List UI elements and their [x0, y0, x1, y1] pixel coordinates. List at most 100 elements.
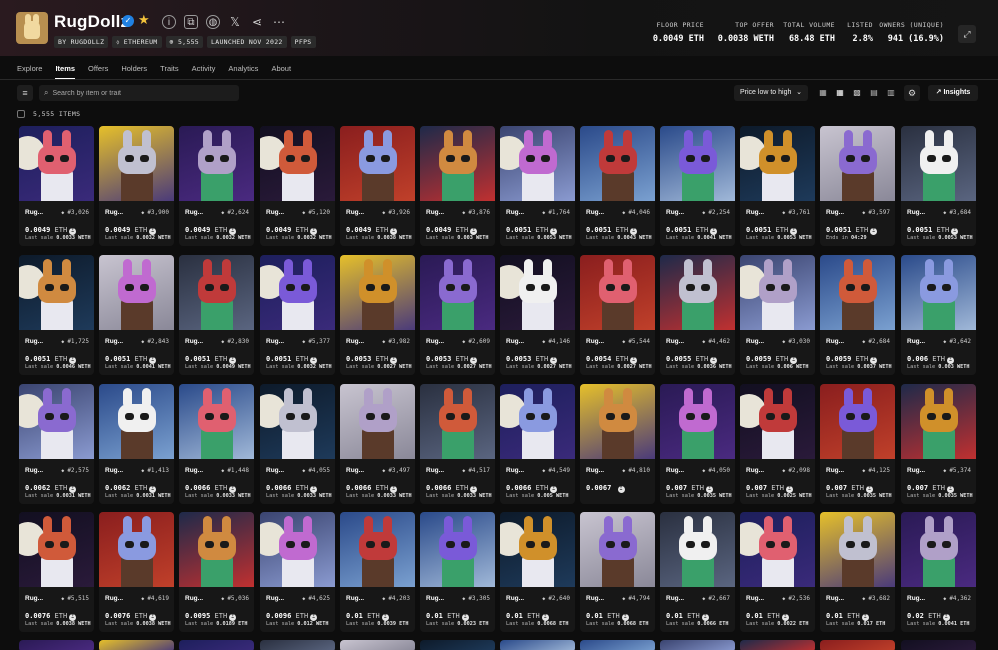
item-card-partial[interactable] [660, 640, 735, 650]
item-card[interactable]: Rug... ◆ #4,146 0.0053 ETH Ξ Last sale 0.002… [500, 255, 575, 375]
tab-items[interactable]: Items [55, 64, 75, 79]
item-card[interactable]: Rug... ◆ #3,030 0.0059 ETH Ξ Last sale 0.006… [740, 255, 815, 375]
item-card[interactable]: Rug... ◆ #5,120 0.0049 ETH Ξ Last sale 0.003… [260, 126, 335, 246]
item-card[interactable]: Rug... ◆ #5,544 0.0054 ETH Ξ Last sale 0.002… [580, 255, 655, 375]
item-image[interactable] [99, 255, 174, 330]
search-box[interactable]: ⌕ [39, 85, 239, 101]
more-icon[interactable]: ⋯ [272, 15, 286, 29]
item-card[interactable]: Rug... ◆ #2,536 0.01 ETH Ξ Last sale 0.0022 … [740, 512, 815, 632]
filter-toggle-button[interactable]: ≡ [17, 85, 33, 101]
item-card[interactable]: Rug... ◆ #2,830 0.0051 ETH Ξ Last sale 0.004… [179, 255, 254, 375]
tab-about[interactable]: About [271, 64, 291, 78]
item-image[interactable] [179, 512, 254, 587]
item-card[interactable]: Rug... ◆ #2,254 0.0051 ETH Ξ Last sale 0.004… [660, 126, 735, 246]
item-image[interactable] [99, 512, 174, 587]
item-image[interactable] [99, 384, 174, 459]
item-image[interactable] [260, 512, 335, 587]
item-card[interactable]: Rug... ◆ #4,619 0.0076 ETH Ξ Last sale 0.003… [99, 512, 174, 632]
item-card[interactable]: Rug... ◆ #1,413 0.0062 ETH Ξ Last sale 0.003… [99, 384, 174, 504]
item-card[interactable]: Rug... ◆ #4,203 0.01 ETH Ξ Last sale 0.0039 … [340, 512, 415, 632]
item-card[interactable]: Rug... ◆ #2,624 0.0049 ETH Ξ Last sale 0.003… [179, 126, 254, 246]
item-image[interactable] [820, 126, 895, 201]
item-card-partial[interactable] [99, 640, 174, 650]
item-image[interactable] [660, 126, 735, 201]
item-card-partial[interactable] [580, 640, 655, 650]
item-card[interactable]: Rug... ◆ #4,549 0.0066 ETH Ξ Last sale 0.005… [500, 384, 575, 504]
item-image[interactable] [500, 126, 575, 201]
item-image[interactable] [901, 384, 976, 459]
item-image[interactable] [500, 512, 575, 587]
item-card[interactable]: Rug... ◆ #4,462 0.0055 ETH Ξ Last sale 0.003… [660, 255, 735, 375]
item-card[interactable]: Rug... ◆ #5,515 0.0076 ETH Ξ Last sale 0.003… [19, 512, 94, 632]
item-card[interactable]: Rug... ◆ #2,609 0.0053 ETH Ξ Last sale 0.002… [420, 255, 495, 375]
item-image[interactable] [179, 255, 254, 330]
grid-large-icon[interactable]: ▩ [850, 85, 864, 101]
tab-traits[interactable]: Traits [160, 64, 178, 78]
insights-button[interactable]: ↗ Insights [928, 85, 978, 101]
item-card[interactable]: Rug... ◆ #3,982 0.0053 ETH Ξ Last sale 0.002… [340, 255, 415, 375]
item-card[interactable]: Rug... ◆ #4,810 0.0067 Ξ [580, 384, 655, 504]
tab-holders[interactable]: Holders [121, 64, 147, 78]
item-image[interactable] [580, 255, 655, 330]
item-image[interactable] [340, 255, 415, 330]
item-image[interactable] [260, 384, 335, 459]
item-image[interactable] [420, 384, 495, 459]
item-image[interactable] [901, 512, 976, 587]
item-card[interactable]: Rug... ◆ #3,305 0.01 ETH Ξ Last sale 0.0023 … [420, 512, 495, 632]
item-card[interactable]: Rug... ◆ #3,642 0.006 ETH Ξ Last sale 0.003 … [901, 255, 976, 375]
expand-icon[interactable]: ⤢ [958, 25, 976, 43]
item-card[interactable]: Rug... ◆ #3,684 0.0051 ETH Ξ Last sale 0.005… [901, 126, 976, 246]
item-image[interactable] [260, 255, 335, 330]
item-card[interactable]: Rug... ◆ #4,625 0.0096 ETH Ξ Last sale 0.012… [260, 512, 335, 632]
item-card[interactable]: Rug... ◆ #1,448 0.0066 ETH Ξ Last sale 0.003… [179, 384, 254, 504]
item-card-partial[interactable] [740, 640, 815, 650]
item-image[interactable] [19, 126, 94, 201]
item-image[interactable] [179, 126, 254, 201]
item-card[interactable]: Rug... ◆ #2,667 0.01 ETH Ξ Last sale 0.0066 … [660, 512, 735, 632]
item-card[interactable]: Rug... ◆ #3,497 0.0066 ETH Ξ Last sale 0.003… [340, 384, 415, 504]
item-card[interactable]: Rug... ◆ #2,098 0.007 ETH Ξ Last sale 0.0025… [740, 384, 815, 504]
table-icon[interactable]: ▥ [884, 85, 898, 101]
tab-analytics[interactable]: Analytics [228, 64, 258, 78]
item-card-partial[interactable] [260, 640, 335, 650]
item-card-partial[interactable] [820, 640, 895, 650]
grid-small-icon[interactable]: ▦ [816, 85, 830, 101]
collection-chip[interactable]: BY RUGDOLLZ [54, 36, 109, 48]
item-card[interactable]: Rug... ◆ #2,684 0.0059 ETH Ξ Last sale 0.003… [820, 255, 895, 375]
item-card[interactable]: Rug... ◆ #1,725 0.0051 ETH Ξ Last sale 0.004… [19, 255, 94, 375]
item-image[interactable] [740, 126, 815, 201]
select-all-checkbox[interactable] [17, 110, 25, 118]
item-image[interactable] [580, 126, 655, 201]
item-image[interactable] [19, 255, 94, 330]
item-card-partial[interactable] [420, 640, 495, 650]
item-card[interactable]: Rug... ◆ #3,597 0.0051 ETH Ξ Ends in 04:29 [820, 126, 895, 246]
list-icon[interactable]: ▤ [867, 85, 881, 101]
item-card-partial[interactable] [901, 640, 976, 650]
item-card[interactable]: Rug... ◆ #3,761 0.0051 ETH Ξ Last sale 0.005… [740, 126, 815, 246]
item-image[interactable] [99, 126, 174, 201]
item-image[interactable] [580, 512, 655, 587]
item-card[interactable]: Rug... ◆ #1,764 0.0051 ETH Ξ Last sale 0.005… [500, 126, 575, 246]
item-card-partial[interactable] [19, 640, 94, 650]
sort-select[interactable]: Price low to high ⌄ [734, 85, 808, 101]
item-card[interactable]: Rug... ◆ #5,377 0.0051 ETH Ξ Last sale 0.003… [260, 255, 335, 375]
item-card[interactable]: Rug... ◆ #4,517 0.0066 ETH Ξ Last sale 0.003… [420, 384, 495, 504]
item-card[interactable]: Rug... ◆ #4,362 0.02 ETH Ξ Last sale 0.0041 … [901, 512, 976, 632]
item-image[interactable] [340, 384, 415, 459]
item-image[interactable] [420, 255, 495, 330]
item-image[interactable] [420, 512, 495, 587]
item-card[interactable]: Rug... ◆ #3,926 0.0049 ETH Ξ Last sale 0.003… [340, 126, 415, 246]
item-card-partial[interactable] [179, 640, 254, 650]
item-image[interactable] [901, 126, 976, 201]
item-card[interactable]: Rug... ◆ #3,682 0.01 ETH Ξ Last sale 0.017 E… [820, 512, 895, 632]
item-card[interactable]: Rug... ◆ #4,055 0.0066 ETH Ξ Last sale 0.003… [260, 384, 335, 504]
x-icon[interactable]: 𝕏 [228, 15, 242, 29]
item-card-partial[interactable] [340, 640, 415, 650]
grid-medium-icon[interactable]: ▦ [833, 85, 847, 101]
share-icon[interactable]: ⋖ [250, 15, 264, 29]
item-card[interactable]: Rug... ◆ #4,050 0.007 ETH Ξ Last sale 0.0035… [660, 384, 735, 504]
item-image[interactable] [660, 512, 735, 587]
gear-icon[interactable]: ⚙ [904, 85, 920, 101]
item-image[interactable] [340, 512, 415, 587]
item-image[interactable] [500, 384, 575, 459]
